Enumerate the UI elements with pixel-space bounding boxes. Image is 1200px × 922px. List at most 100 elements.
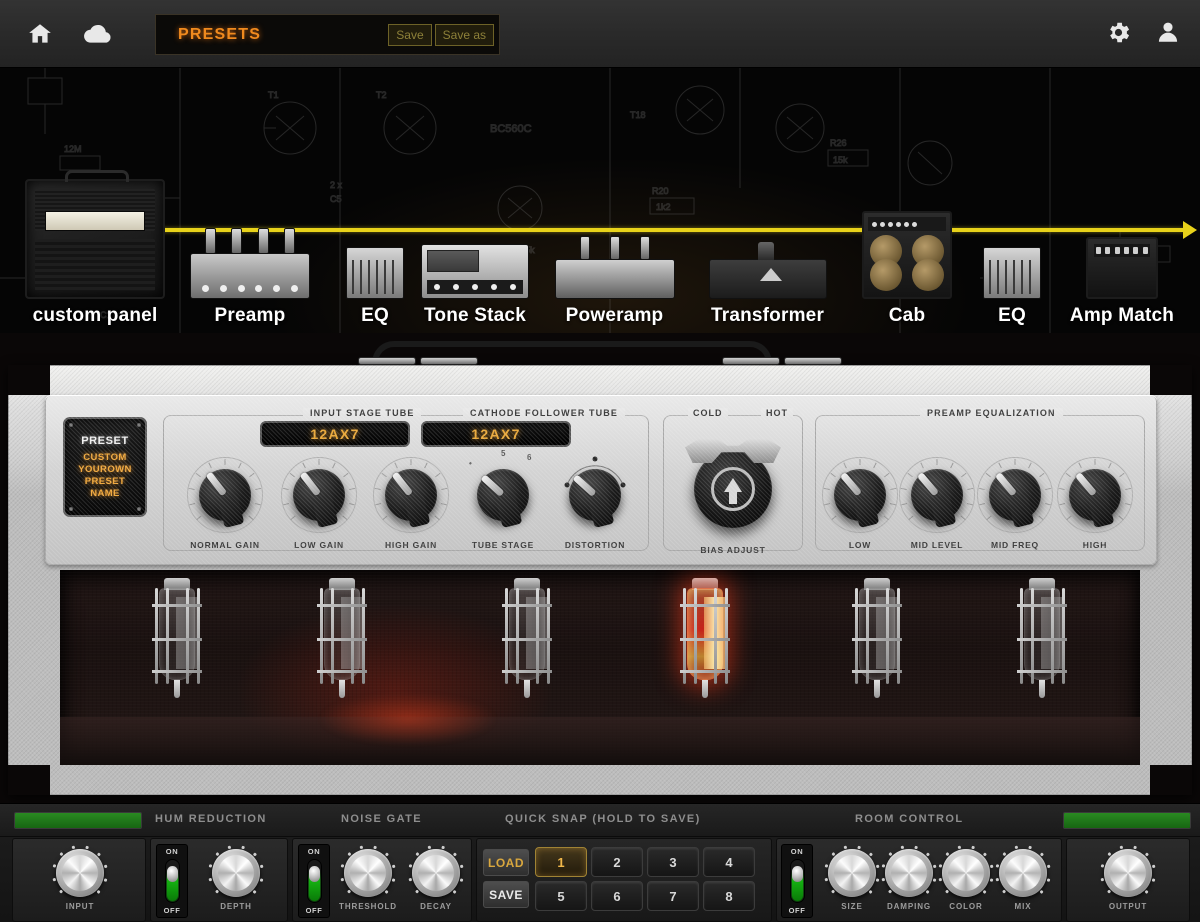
save-button[interactable]: Save <box>388 24 431 46</box>
pedalboard-icon <box>190 253 310 299</box>
quick-snap-slots: 1 2 3 4 5 6 7 8 <box>535 847 755 911</box>
input-stage-tube-selector[interactable]: 12AX7 <box>260 421 410 447</box>
chain-label-5: Transformer <box>711 305 824 327</box>
eq-rack-icon-2 <box>983 247 1041 299</box>
preset-display[interactable]: PRESET CUSTOM YOUROWN PRESET NAME <box>63 417 147 517</box>
tube-bay <box>60 570 1140 765</box>
chain-node-amp-match[interactable]: Amp Match <box>1052 68 1192 333</box>
input-stage-tube-title: INPUT STAGE TUBE <box>303 408 421 418</box>
room-mix-knob[interactable]: MIX <box>990 849 1056 911</box>
chassis-corner-tr <box>1150 365 1192 395</box>
top-toolbar: PRESETS Save Save as <box>0 0 1200 68</box>
chassis-corner-bl <box>8 765 50 795</box>
chain-label-1: Preamp <box>215 305 286 327</box>
chain-node-tone-stack[interactable]: Tone Stack <box>415 68 535 333</box>
noise-gate-toggle[interactable]: ON OFF <box>298 844 330 918</box>
input-knob[interactable]: INPUT <box>47 849 113 911</box>
input-meter <box>14 812 142 829</box>
room-mix-label: MIX <box>990 902 1056 911</box>
chain-node-cab[interactable]: Cab <box>862 68 952 333</box>
hum-depth-label: DEPTH <box>203 902 269 911</box>
save-as-button[interactable]: Save as <box>435 24 494 46</box>
bias-adjust-knob[interactable] <box>694 450 772 528</box>
chain-label-3: Tone Stack <box>424 305 526 327</box>
knob-tube-stage[interactable]: • 5 6 TUBE STAGE <box>463 457 543 533</box>
output-panel: OUTPUT <box>1066 838 1190 922</box>
cathode-follower-tube-selector[interactable]: 12AX7 <box>421 421 571 447</box>
knob-label-tube-stage: TUBE STAGE <box>472 540 534 550</box>
quick-snap-slot-4[interactable]: 4 <box>703 847 755 877</box>
preset-actions: Save Save as <box>388 24 499 46</box>
transformer-icon <box>709 259 827 299</box>
chain-label-4: Poweramp <box>566 305 664 327</box>
knob-label-mid-level: MID LEVEL <box>911 540 964 550</box>
hum-reduction-toggle[interactable]: ON OFF <box>156 844 188 918</box>
bias-cold-label: COLD <box>688 408 728 418</box>
gate-threshold-knob[interactable]: THRESHOLD <box>335 849 401 911</box>
gate-decay-knob[interactable]: DECAY <box>403 849 469 911</box>
knob-normal-gain[interactable]: NORMAL GAIN <box>185 457 265 533</box>
tube-2[interactable] <box>315 588 369 700</box>
output-knob[interactable]: OUTPUT <box>1095 849 1161 911</box>
room-control-toggle[interactable]: ON OFF <box>781 844 813 918</box>
cloud-icon[interactable] <box>76 12 120 56</box>
speaker-cab-icon <box>862 211 952 299</box>
tube-1[interactable] <box>150 588 204 700</box>
hum-toggle-off-label: OFF <box>164 906 181 915</box>
quick-snap-save-button[interactable]: SAVE <box>483 881 529 908</box>
gate-decay-label: DECAY <box>403 902 469 911</box>
chain-label-2: EQ <box>361 305 389 327</box>
quick-snap-slot-2[interactable]: 2 <box>591 847 643 877</box>
quick-snap-slot-8[interactable]: 8 <box>703 881 755 911</box>
gate-toggle-off-label: OFF <box>306 906 323 915</box>
tube-5[interactable] <box>850 588 904 700</box>
tube-6[interactable] <box>1015 588 1069 700</box>
chain-node-eq-2[interactable]: EQ <box>972 68 1052 333</box>
chain-node-preamp[interactable]: Preamp <box>185 68 315 333</box>
quick-snap-slot-3[interactable]: 3 <box>647 847 699 877</box>
quick-snap-slot-1[interactable]: 1 <box>535 847 587 877</box>
knob-mid-freq[interactable]: MID FREQ <box>975 457 1055 533</box>
gear-icon[interactable] <box>1098 12 1138 52</box>
knob-low-gain[interactable]: LOW GAIN <box>279 457 359 533</box>
quick-snap-panel: LOAD SAVE 1 2 3 4 5 6 7 8 <box>476 838 772 922</box>
hum-depth-knob[interactable]: DEPTH <box>203 849 269 911</box>
knob-label-low: LOW <box>849 540 871 550</box>
preset-name-line-3: NAME <box>90 488 120 500</box>
tube-stage-dot-left: • <box>469 459 472 468</box>
chain-node-poweramp[interactable]: Poweramp <box>552 68 677 333</box>
room-toggle-on-label: ON <box>791 847 803 856</box>
knob-distortion[interactable]: DISTORTION <box>555 457 635 533</box>
quick-snap-slot-5[interactable]: 5 <box>535 881 587 911</box>
quick-snap-load-button[interactable]: LOAD <box>483 849 529 876</box>
tone-stack-icon <box>421 244 529 299</box>
hum-reduction-panel: ON OFF DEPTH <box>150 838 288 922</box>
home-icon[interactable] <box>18 12 62 56</box>
tube-bay-floor <box>60 717 1140 765</box>
knob-low[interactable]: LOW <box>820 457 900 533</box>
chassis-corner-tl <box>8 365 50 395</box>
knob-high-gain[interactable]: HIGH GAIN <box>371 457 451 533</box>
chain-node-eq-1[interactable]: EQ <box>330 68 420 333</box>
chain-node-transformer[interactable]: Transformer <box>705 68 830 333</box>
combo-amp-icon <box>25 179 165 299</box>
signal-chain: 12M R20 1k2 R26 15k BC560C T1 T2 2 x C5 <box>0 68 1200 333</box>
input-knob-label: INPUT <box>47 902 113 911</box>
knob-high[interactable]: HIGH <box>1055 457 1135 533</box>
bottom-section-headers: HUM REDUCTION NOISE GATE QUICK SNAP (HOL… <box>0 804 1200 837</box>
svg-text:15k: 15k <box>833 155 848 165</box>
quick-snap-slot-7[interactable]: 7 <box>647 881 699 911</box>
room-toggle-off-label: OFF <box>789 906 806 915</box>
knob-mid-level[interactable]: MID LEVEL <box>897 457 977 533</box>
chain-node-custom-panel[interactable]: custom panel <box>10 68 180 333</box>
tube-4-hot[interactable] <box>678 588 732 700</box>
preset-name-line-1: YOUROWN <box>78 464 131 476</box>
input-panel: INPUT <box>12 838 146 922</box>
knob-label-normal-gain: NORMAL GAIN <box>190 540 260 550</box>
tube-3[interactable] <box>500 588 554 700</box>
control-panel: PRESET CUSTOM YOUROWN PRESET NAME INPUT … <box>45 395 1157 565</box>
gate-toggle-on-label: ON <box>308 847 320 856</box>
cathode-follower-tube-value: 12AX7 <box>471 426 520 442</box>
quick-snap-slot-6[interactable]: 6 <box>591 881 643 911</box>
user-icon[interactable] <box>1148 12 1188 52</box>
